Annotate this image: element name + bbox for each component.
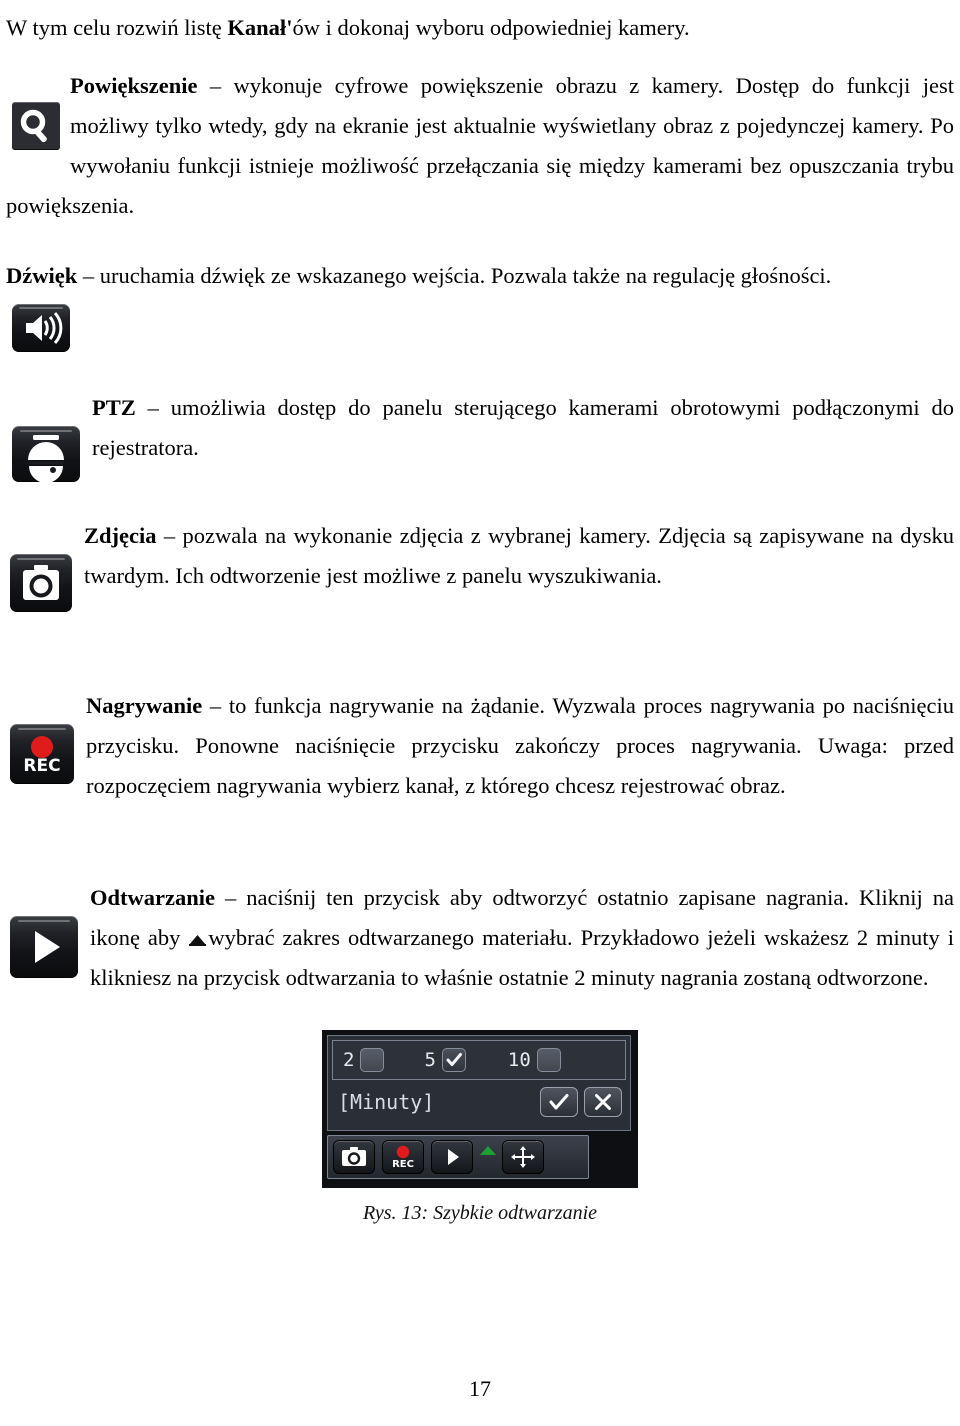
section-playback-text: Odtwarzanie – naciśnij ten przycisk aby … bbox=[6, 878, 954, 998]
dvr-toolbar: REC bbox=[327, 1135, 589, 1179]
section-playback-term: Odtwarzanie bbox=[90, 885, 215, 910]
section-audio-term: Dźwięk bbox=[6, 263, 78, 288]
section-playback-body-2: wybrać zakres odtwarzanego materiału. Pr… bbox=[90, 925, 954, 990]
triangle-up-icon bbox=[188, 919, 207, 946]
minutes-dialog-footer: [Minuty] bbox=[332, 1080, 626, 1124]
section-ptz-dash: – bbox=[135, 395, 171, 420]
section-snapshot-body: pozwala na wykonanie zdjęcia z wybranej … bbox=[84, 523, 954, 588]
section-snapshot-dash: – bbox=[156, 523, 183, 548]
section-zoom-term: Powiększenie bbox=[70, 73, 198, 98]
section-playback-dash: – bbox=[214, 885, 247, 910]
toolbar-record-button[interactable]: REC bbox=[382, 1140, 424, 1174]
camera-icon bbox=[10, 554, 72, 612]
section-audio: Dźwięk – uruchamia dźwięk ze wskazanego … bbox=[6, 256, 954, 352]
minutes-option-2[interactable]: 2 bbox=[343, 1048, 385, 1072]
minutes-unit-label: [Minuty] bbox=[338, 1090, 435, 1114]
check-icon bbox=[446, 1053, 462, 1066]
section-ptz-body: umożliwia dostęp do panelu sterującego k… bbox=[92, 395, 954, 460]
close-icon bbox=[595, 1094, 611, 1110]
page-number: 17 bbox=[469, 1376, 491, 1401]
section-record-term: Nagrywanie bbox=[86, 693, 203, 718]
section-record-dash: – bbox=[202, 693, 229, 718]
section-record-text: Nagrywanie – to funkcja nagrywanie na żą… bbox=[6, 686, 954, 806]
document-page: W tym celu rozwiń listę Kanał'ów i dokon… bbox=[0, 0, 960, 1426]
toolbar-play-button[interactable] bbox=[431, 1140, 473, 1174]
minutes-option-5-label: 5 bbox=[424, 1048, 436, 1071]
magnifier-icon bbox=[12, 102, 60, 150]
minutes-dialog: 2 5 10 [Minuty] bbox=[327, 1035, 631, 1131]
minutes-option-10-checkbox[interactable] bbox=[536, 1048, 561, 1072]
rec-icon: REC bbox=[392, 1145, 414, 1170]
intro-paragraph: W tym celu rozwiń listę Kanał'ów i dokon… bbox=[6, 8, 954, 48]
toolbar-snapshot-button[interactable] bbox=[333, 1140, 375, 1174]
figure-caption: Rys. 13: Szybkie odtwarzanie bbox=[362, 1202, 598, 1224]
section-audio-body: uruchamia dźwięk ze wskazanego wejścia. … bbox=[99, 263, 832, 288]
section-audio-dash: – bbox=[77, 263, 100, 288]
confirm-button[interactable] bbox=[540, 1087, 578, 1117]
minutes-option-5[interactable]: 5 bbox=[424, 1048, 466, 1072]
section-playback: Odtwarzanie – naciśnij ten przycisk aby … bbox=[6, 878, 954, 998]
section-ptz-term: PTZ bbox=[92, 395, 136, 420]
minutes-option-10-label: 10 bbox=[507, 1048, 531, 1071]
section-zoom: Powiększenie – wykonuje cyfrowe powiększ… bbox=[6, 66, 954, 226]
minutes-option-5-checkbox[interactable] bbox=[441, 1048, 466, 1072]
speaker-icon bbox=[12, 304, 70, 352]
toolbar-pan-tilt-button[interactable] bbox=[502, 1140, 544, 1174]
svg-text:REC: REC bbox=[23, 756, 60, 776]
intro-text-before: W tym celu rozwiń listę bbox=[6, 15, 228, 40]
section-ptz: PTZ – umożliwia dostęp do panelu sterują… bbox=[6, 388, 954, 482]
intro-bold-term: Kanał' bbox=[227, 15, 293, 40]
section-snapshot: Zdjęcia – pozwala na wykonanie zdjęcia z… bbox=[6, 516, 954, 612]
dvr-panel: 2 5 10 [Minuty] REC bbox=[322, 1030, 638, 1188]
intro-text-after: ów i dokonaj wyboru odpowiedniej kamery. bbox=[292, 15, 690, 40]
section-record: REC Nagrywanie – to funkcja nagrywanie n… bbox=[6, 686, 954, 806]
svg-text:REC: REC bbox=[392, 1159, 414, 1170]
play-icon bbox=[448, 1149, 459, 1165]
triangle-up-green-icon[interactable] bbox=[480, 1145, 496, 1155]
cancel-button[interactable] bbox=[584, 1087, 622, 1117]
section-snapshot-text: Zdjęcia – pozwala na wykonanie zdjęcia z… bbox=[6, 516, 954, 596]
dome-camera-icon bbox=[12, 426, 80, 482]
rec-icon: REC bbox=[10, 724, 74, 784]
play-icon bbox=[10, 916, 78, 978]
section-zoom-dash: – bbox=[197, 73, 234, 98]
minutes-option-10[interactable]: 10 bbox=[508, 1048, 561, 1072]
minutes-options-row: 2 5 10 bbox=[332, 1040, 626, 1080]
figure-quick-playback: 2 5 10 [Minuty] REC Rys. 13: Szybkie odt… bbox=[0, 1030, 960, 1225]
section-snapshot-term: Zdjęcia bbox=[84, 523, 157, 548]
check-icon bbox=[549, 1094, 569, 1110]
section-audio-text: Dźwięk – uruchamia dźwięk ze wskazanego … bbox=[6, 256, 954, 296]
pan-tilt-icon bbox=[511, 1146, 535, 1168]
section-ptz-text: PTZ – umożliwia dostęp do panelu sterują… bbox=[6, 388, 954, 468]
minutes-option-2-checkbox[interactable] bbox=[360, 1048, 385, 1072]
minutes-option-2-label: 2 bbox=[343, 1048, 355, 1071]
section-zoom-text: Powiększenie – wykonuje cyfrowe powiększ… bbox=[6, 66, 954, 226]
camera-icon bbox=[342, 1147, 366, 1166]
